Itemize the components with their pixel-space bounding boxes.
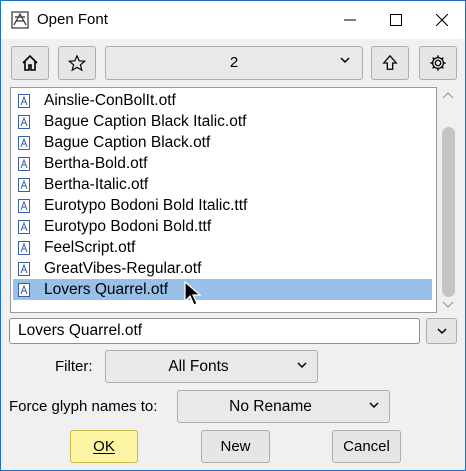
ok-button[interactable]: OK bbox=[70, 430, 138, 463]
file-name: Bague Caption Black.otf bbox=[44, 133, 211, 151]
font-file-icon bbox=[18, 261, 30, 276]
rename-value: No Rename bbox=[229, 398, 312, 415]
file-list-item[interactable]: Eurotypo Bodoni Bold Italic.ttf bbox=[13, 195, 432, 216]
settings-button[interactable] bbox=[419, 46, 457, 80]
up-arrow-icon bbox=[382, 54, 398, 70]
file-list-item[interactable]: Eurotypo Bodoni Bold.ttf bbox=[13, 216, 432, 237]
font-file-icon bbox=[18, 198, 30, 213]
file-list-item[interactable]: Ainslie-ConBolIt.otf bbox=[13, 90, 432, 111]
file-name: Eurotypo Bodoni Bold Italic.ttf bbox=[44, 196, 248, 214]
file-list[interactable]: Ainslie-ConBolIt.otf Bague Caption Black … bbox=[10, 87, 437, 313]
close-icon bbox=[436, 14, 448, 26]
filename-input[interactable]: Lovers Quarrel.otf bbox=[9, 318, 420, 344]
window-title: Open Font bbox=[37, 11, 108, 28]
title-bar[interactable]: Open Font bbox=[1, 1, 465, 39]
font-file-icon bbox=[18, 240, 30, 255]
rename-label: Force glyph names to: bbox=[9, 398, 158, 415]
file-list-item[interactable]: Bertha-Italic.otf bbox=[13, 174, 432, 195]
new-button[interactable]: New bbox=[201, 430, 270, 463]
directory-value: 2 bbox=[229, 54, 239, 71]
filter-dropdown[interactable]: All Fonts bbox=[105, 350, 318, 383]
ok-label: OK bbox=[93, 438, 115, 455]
chevron-down-icon bbox=[369, 402, 379, 409]
file-list-item[interactable]: Bague Caption Black.otf bbox=[13, 132, 432, 153]
file-list-item[interactable]: GreatVibes-Regular.otf bbox=[13, 258, 432, 279]
cancel-button[interactable]: Cancel bbox=[332, 430, 401, 463]
new-label: New bbox=[220, 438, 251, 455]
font-file-icon bbox=[18, 282, 30, 297]
chevron-down-icon bbox=[297, 362, 307, 369]
gear-icon bbox=[430, 55, 446, 71]
app-icon bbox=[11, 11, 29, 29]
file-name: Bertha-Italic.otf bbox=[44, 175, 149, 193]
font-file-icon bbox=[18, 156, 30, 171]
mouse-cursor-icon bbox=[184, 281, 202, 306]
file-name: Eurotypo Bodoni Bold.ttf bbox=[44, 217, 212, 235]
file-name: Ainslie-ConBolIt.otf bbox=[44, 91, 176, 109]
minimize-button[interactable] bbox=[327, 1, 373, 39]
scrollbar-thumb[interactable] bbox=[442, 127, 455, 297]
minimize-icon bbox=[344, 19, 356, 21]
maximize-icon bbox=[390, 14, 402, 26]
home-icon bbox=[22, 54, 38, 71]
rename-dropdown[interactable]: No Rename bbox=[177, 390, 390, 423]
filename-history-button[interactable] bbox=[426, 318, 457, 344]
close-button[interactable] bbox=[419, 1, 465, 39]
file-name: FeelScript.otf bbox=[44, 238, 136, 256]
maximize-button[interactable] bbox=[373, 1, 419, 39]
file-list-item[interactable]: Bertha-Bold.otf bbox=[13, 153, 432, 174]
cancel-label: Cancel bbox=[343, 438, 390, 455]
open-font-dialog: Open Font 2 Ainslie-ConBolIt.otf Bague C… bbox=[0, 0, 466, 471]
home-button[interactable] bbox=[11, 46, 49, 80]
font-file-icon bbox=[18, 135, 30, 150]
font-file-icon bbox=[18, 114, 30, 129]
file-name: GreatVibes-Regular.otf bbox=[44, 259, 202, 277]
bookmark-button[interactable] bbox=[58, 46, 96, 80]
font-file-icon bbox=[18, 219, 30, 234]
star-icon bbox=[68, 54, 86, 72]
parent-directory-button[interactable] bbox=[371, 46, 409, 80]
filter-label: Filter: bbox=[55, 358, 93, 375]
chevron-down-icon bbox=[340, 57, 350, 64]
chevron-down-icon bbox=[436, 327, 447, 334]
file-list-item[interactable]: Lovers Quarrel.otf bbox=[13, 279, 432, 300]
font-file-icon bbox=[18, 177, 30, 192]
scroll-down-icon[interactable] bbox=[442, 301, 454, 309]
scroll-up-icon[interactable] bbox=[442, 91, 454, 99]
directory-dropdown[interactable]: 2 bbox=[105, 46, 363, 80]
file-name: Bertha-Bold.otf bbox=[44, 154, 148, 172]
file-name: Lovers Quarrel.otf bbox=[44, 280, 169, 298]
file-list-item[interactable]: FeelScript.otf bbox=[13, 237, 432, 258]
filter-value: All Fonts bbox=[168, 358, 229, 375]
font-file-icon bbox=[18, 93, 30, 108]
file-name: Bague Caption Black Italic.otf bbox=[44, 112, 247, 130]
file-list-scrollbar[interactable] bbox=[438, 87, 457, 313]
file-list-item[interactable]: Bague Caption Black Italic.otf bbox=[13, 111, 432, 132]
